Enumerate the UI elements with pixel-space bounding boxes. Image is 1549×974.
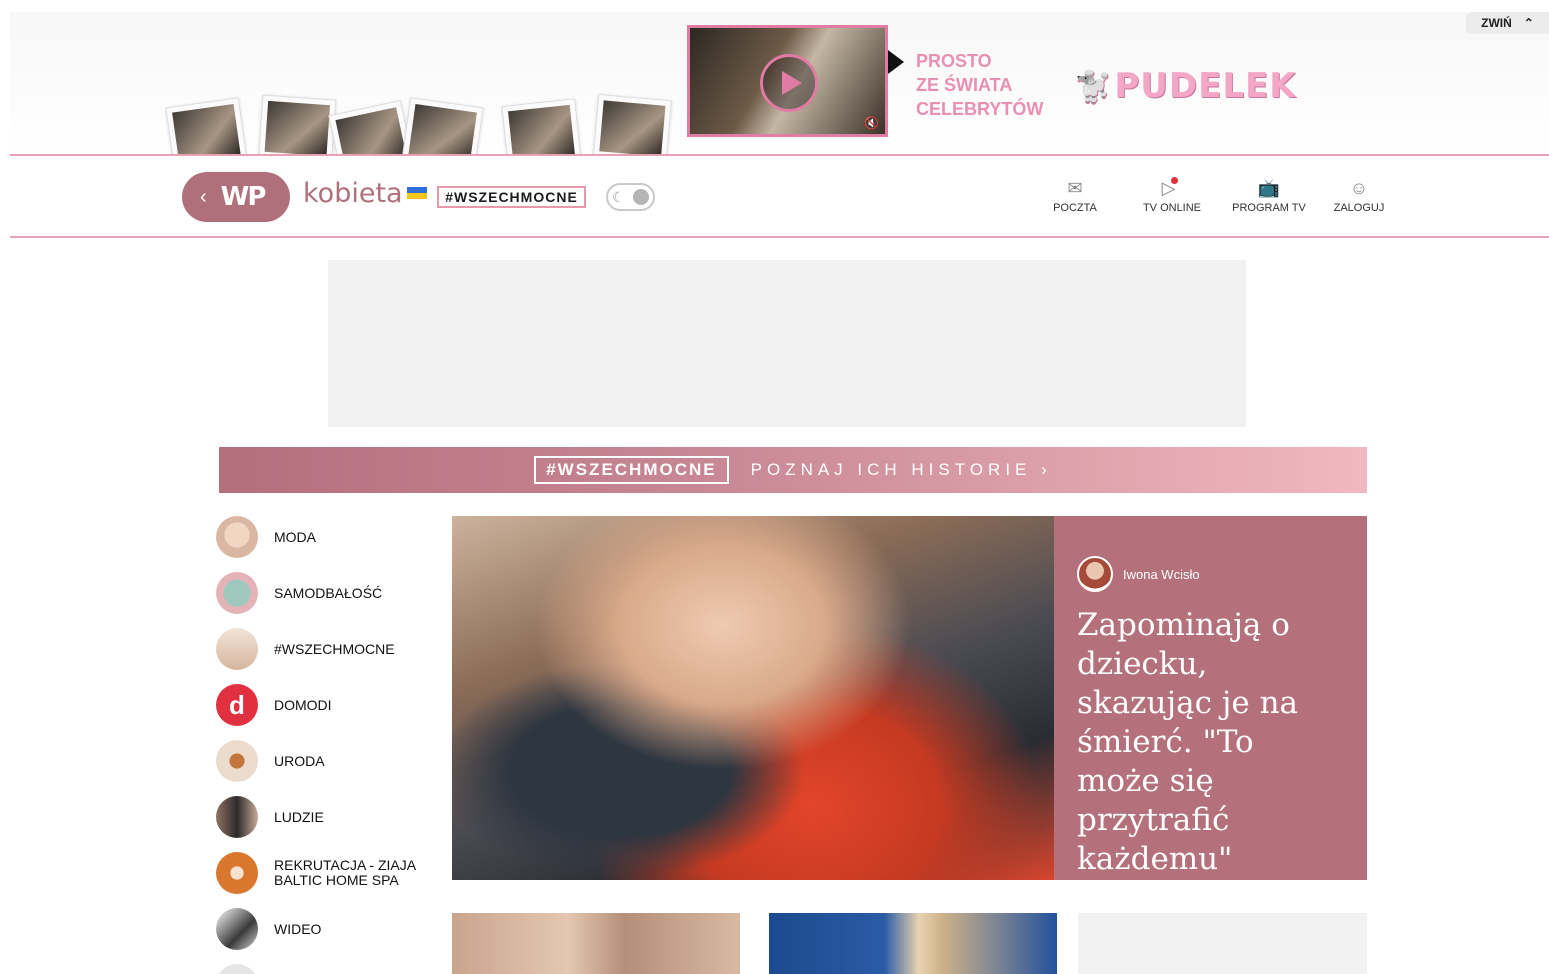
sidebar-item-samodbalosc[interactable]: SAMODBAŁOŚĆ <box>216 572 436 614</box>
moda-avatar <box>216 516 258 558</box>
arrow-icon <box>888 50 904 74</box>
collapse-button[interactable]: ZWIŃ ⌃ <box>1466 12 1549 34</box>
sidebar-item-moda[interactable]: MODA <box>216 516 436 558</box>
pudelek-logo[interactable]: 🐩PUDELEK <box>1074 66 1297 106</box>
domodi-icon: d <box>216 684 258 726</box>
dark-mode-toggle[interactable]: ☾ <box>606 183 655 211</box>
wszechmocne-avatar <box>216 628 258 670</box>
user-icon: ☺ <box>1349 178 1369 198</box>
sleeping-child-photo <box>452 516 1054 880</box>
heart-icon <box>216 572 258 614</box>
chevron-up-icon: ⌃ <box>1523 16 1534 30</box>
author-avatar <box>1077 556 1113 592</box>
tv-icon: 📺 <box>1257 178 1281 198</box>
mute-icon[interactable]: 🔇 <box>864 116 879 130</box>
tv-play-icon: ▷ <box>1127 176 1217 202</box>
nav-zaloguj[interactable]: ☺ ZALOGUJ <box>1314 176 1404 214</box>
sidebar-item-domodi[interactable]: d DOMODI <box>216 684 436 726</box>
sidebar-item-uroda[interactable]: URODA <box>216 740 436 782</box>
clapperboard-icon <box>216 908 258 950</box>
sidebar-item-wideo[interactable]: WIDEO <box>216 908 436 950</box>
nav-tv-online[interactable]: ▷ TV ONLINE <box>1127 176 1217 214</box>
sidebar-item-ludzie[interactable]: LUDZIE <box>216 796 436 838</box>
more-avatar <box>216 964 258 974</box>
moon-icon: ☾ <box>612 188 625 205</box>
rekrutacja-avatar <box>216 852 258 894</box>
campaign-strip[interactable]: #WSZECHMOCNE POZNAJ ICH HISTORIE › <box>219 447 1367 493</box>
mail-icon: ✉ <box>1067 178 1083 198</box>
site-header: ‹ WP kobieta #WSZECHMOCNE ☾ ✉ POCZTA ▷ T… <box>10 154 1549 238</box>
dog-icon: 🐩 <box>1074 70 1113 105</box>
nav-poczta[interactable]: ✉ POCZTA <box>1030 176 1120 214</box>
hero-article-image[interactable] <box>452 516 1054 880</box>
sidebar-item-more[interactable] <box>216 964 436 974</box>
article-author[interactable]: Iwona Wcisło <box>1077 556 1345 592</box>
ad-placeholder <box>328 260 1246 427</box>
hashtag-link[interactable]: #WSZECHMOCNE <box>437 186 586 208</box>
chevron-left-icon: ‹ <box>200 185 207 208</box>
toggle-knob <box>633 189 649 205</box>
sidebar-item-rekrutacja[interactable]: REKRUTACJA - ZIAJA BALTIC HOME SPA <box>216 852 436 894</box>
play-icon[interactable] <box>760 54 818 112</box>
promo-tagline: PROSTO ZE ŚWIATA CELEBRYTÓW <box>916 51 1044 119</box>
nav-program-tv[interactable]: 📺 PROGRAM TV <box>1224 176 1314 214</box>
ludzie-avatar <box>216 796 258 838</box>
promo-banner[interactable]: 🔇 PROSTO ZE ŚWIATA CELEBRYTÓW 🐩PUDELEK <box>10 12 1549 154</box>
article-card[interactable] <box>769 913 1057 974</box>
promo-video[interactable]: 🔇 <box>687 25 888 137</box>
uroda-avatar <box>216 740 258 782</box>
wp-logo: WP <box>220 182 267 212</box>
ad-placeholder-small <box>1078 913 1367 974</box>
hero-article-panel[interactable]: Iwona Wcisło Zapominają o dziecku, skazu… <box>1054 516 1367 880</box>
wp-home-button[interactable]: ‹ WP <box>182 172 290 222</box>
hero-article-title[interactable]: Zapominają o dziecku, skazując je na śmi… <box>1077 606 1345 879</box>
article-card[interactable] <box>452 913 740 974</box>
sidebar-item-wszechmocne[interactable]: #WSZECHMOCNE <box>216 628 436 670</box>
campaign-cta[interactable]: POZNAJ ICH HISTORIE › <box>751 460 1052 480</box>
ukraine-flag-icon <box>407 187 427 199</box>
campaign-tag: #WSZECHMOCNE <box>534 456 729 484</box>
site-brand[interactable]: kobieta <box>303 178 403 209</box>
